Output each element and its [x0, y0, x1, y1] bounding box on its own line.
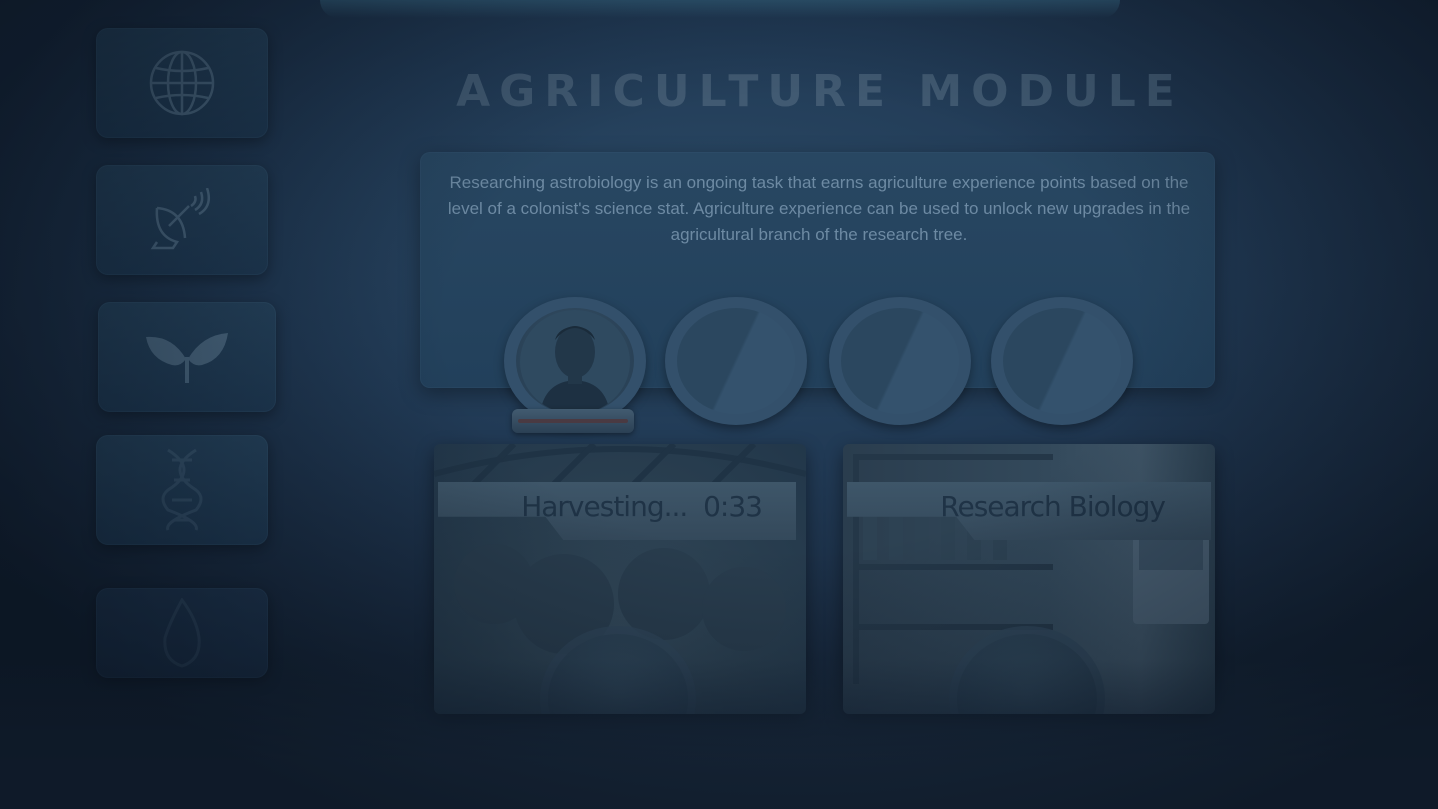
colonist-portrait[interactable] — [520, 310, 630, 414]
harvest-timer: 0:33 — [703, 490, 763, 523]
sidebar-item-fire[interactable] — [96, 588, 268, 678]
top-glow — [320, 0, 1120, 18]
flame-icon — [163, 598, 201, 668]
module-description: Researching astrobiology is an ongoing t… — [447, 173, 1191, 244]
research-task-card[interactable]: Research Biology — [843, 444, 1215, 714]
colonist-nameplate — [512, 409, 634, 433]
dna-icon — [161, 448, 203, 531]
satellite-dish-icon — [150, 188, 210, 250]
colonist-slot-3[interactable] — [829, 297, 971, 425]
colonist-slot-4[interactable] — [991, 297, 1133, 425]
sidebar-item-globe[interactable] — [96, 28, 268, 138]
research-label: Research Biology — [940, 490, 1166, 523]
sidebar-item-satellite[interactable] — [96, 165, 268, 275]
globe-icon — [149, 50, 215, 116]
harvest-task-card[interactable]: Harvesting... 0:33 — [434, 444, 806, 714]
sidebar-item-dna[interactable] — [96, 435, 268, 545]
leaves-icon — [146, 333, 228, 383]
colonist-slot-2[interactable] — [665, 297, 807, 425]
sidebar-item-agriculture[interactable] — [98, 302, 276, 412]
harvest-label: Harvesting... 0:33 — [521, 490, 763, 523]
agriculture-module-screen: Agriculture Module Researching astrobiol… — [0, 0, 1438, 809]
sidebar — [88, 20, 288, 710]
harvest-status: Harvesting... — [521, 490, 688, 523]
page-title: Agriculture Module — [456, 66, 1184, 117]
